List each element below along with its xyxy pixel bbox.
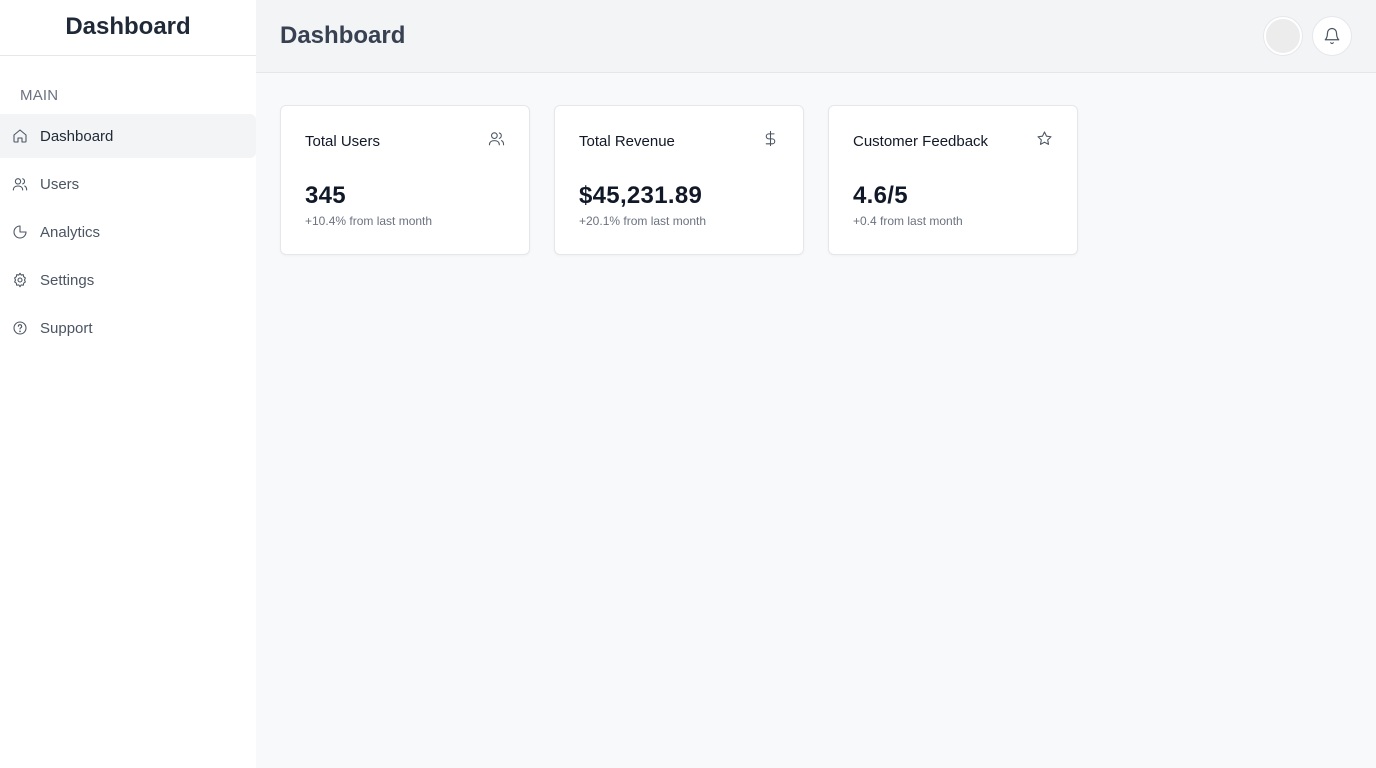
- sidebar-item-settings[interactable]: Settings: [0, 258, 256, 302]
- card-total-revenue: Total Revenue $45,231.89 +20.1% from las…: [554, 105, 804, 255]
- users-icon: [12, 176, 28, 192]
- notifications-button[interactable]: [1312, 16, 1352, 56]
- sidebar-item-analytics[interactable]: Analytics: [0, 210, 256, 254]
- app-root: Dashboard MAIN Dashboard Users Analytics: [0, 0, 1376, 768]
- pie-chart-icon: [12, 224, 28, 240]
- stats-cards: Total Users 345 +10.4% from last month T…: [256, 73, 1376, 287]
- gear-icon: [12, 272, 28, 288]
- sidebar-item-label: Dashboard: [40, 127, 114, 145]
- card-total-users: Total Users 345 +10.4% from last month: [280, 105, 530, 255]
- card-value: $45,231.89: [579, 182, 703, 209]
- dollar-icon: [762, 130, 779, 152]
- card-value: 345: [305, 182, 346, 209]
- users-icon: [488, 130, 505, 152]
- sidebar-brand: Dashboard: [0, 0, 256, 56]
- sidebar-item-label: Settings: [40, 271, 95, 289]
- card-note: +10.4% from last month: [305, 214, 433, 228]
- sidebar-item-support[interactable]: Support: [0, 306, 256, 350]
- nav-section-label: MAIN: [20, 87, 59, 104]
- card-title: Customer Feedback: [853, 132, 989, 150]
- sidebar-item-label: Users: [40, 175, 80, 193]
- page-title: Dashboard: [280, 22, 406, 49]
- sidebar-item-label: Analytics: [40, 223, 101, 241]
- avatar[interactable]: [1264, 17, 1302, 55]
- card-title: Total Revenue: [579, 132, 675, 150]
- help-circle-icon: [12, 320, 28, 336]
- home-icon: [12, 128, 28, 144]
- sidebar-item-dashboard[interactable]: Dashboard: [0, 114, 256, 158]
- card-customer-feedback: Customer Feedback 4.6/5 +0.4 from last m…: [828, 105, 1078, 255]
- sidebar-item-label: Support: [40, 319, 93, 337]
- top-header: Dashboard: [256, 0, 1376, 73]
- sidebar-nav: Dashboard Users Analytics Settings Suppo…: [0, 114, 256, 350]
- main-area: Dashboard Total Users 345 +10.4% from la…: [256, 0, 1376, 768]
- sidebar: Dashboard MAIN Dashboard Users Analytics: [0, 0, 256, 768]
- bell-icon: [1324, 27, 1340, 45]
- sidebar-item-users[interactable]: Users: [0, 162, 256, 206]
- card-value: 4.6/5: [853, 182, 908, 209]
- card-note: +20.1% from last month: [579, 214, 707, 228]
- card-note: +0.4 from last month: [853, 214, 963, 228]
- card-title: Total Users: [305, 132, 381, 150]
- header-actions: [1264, 16, 1352, 56]
- star-icon: [1036, 130, 1053, 152]
